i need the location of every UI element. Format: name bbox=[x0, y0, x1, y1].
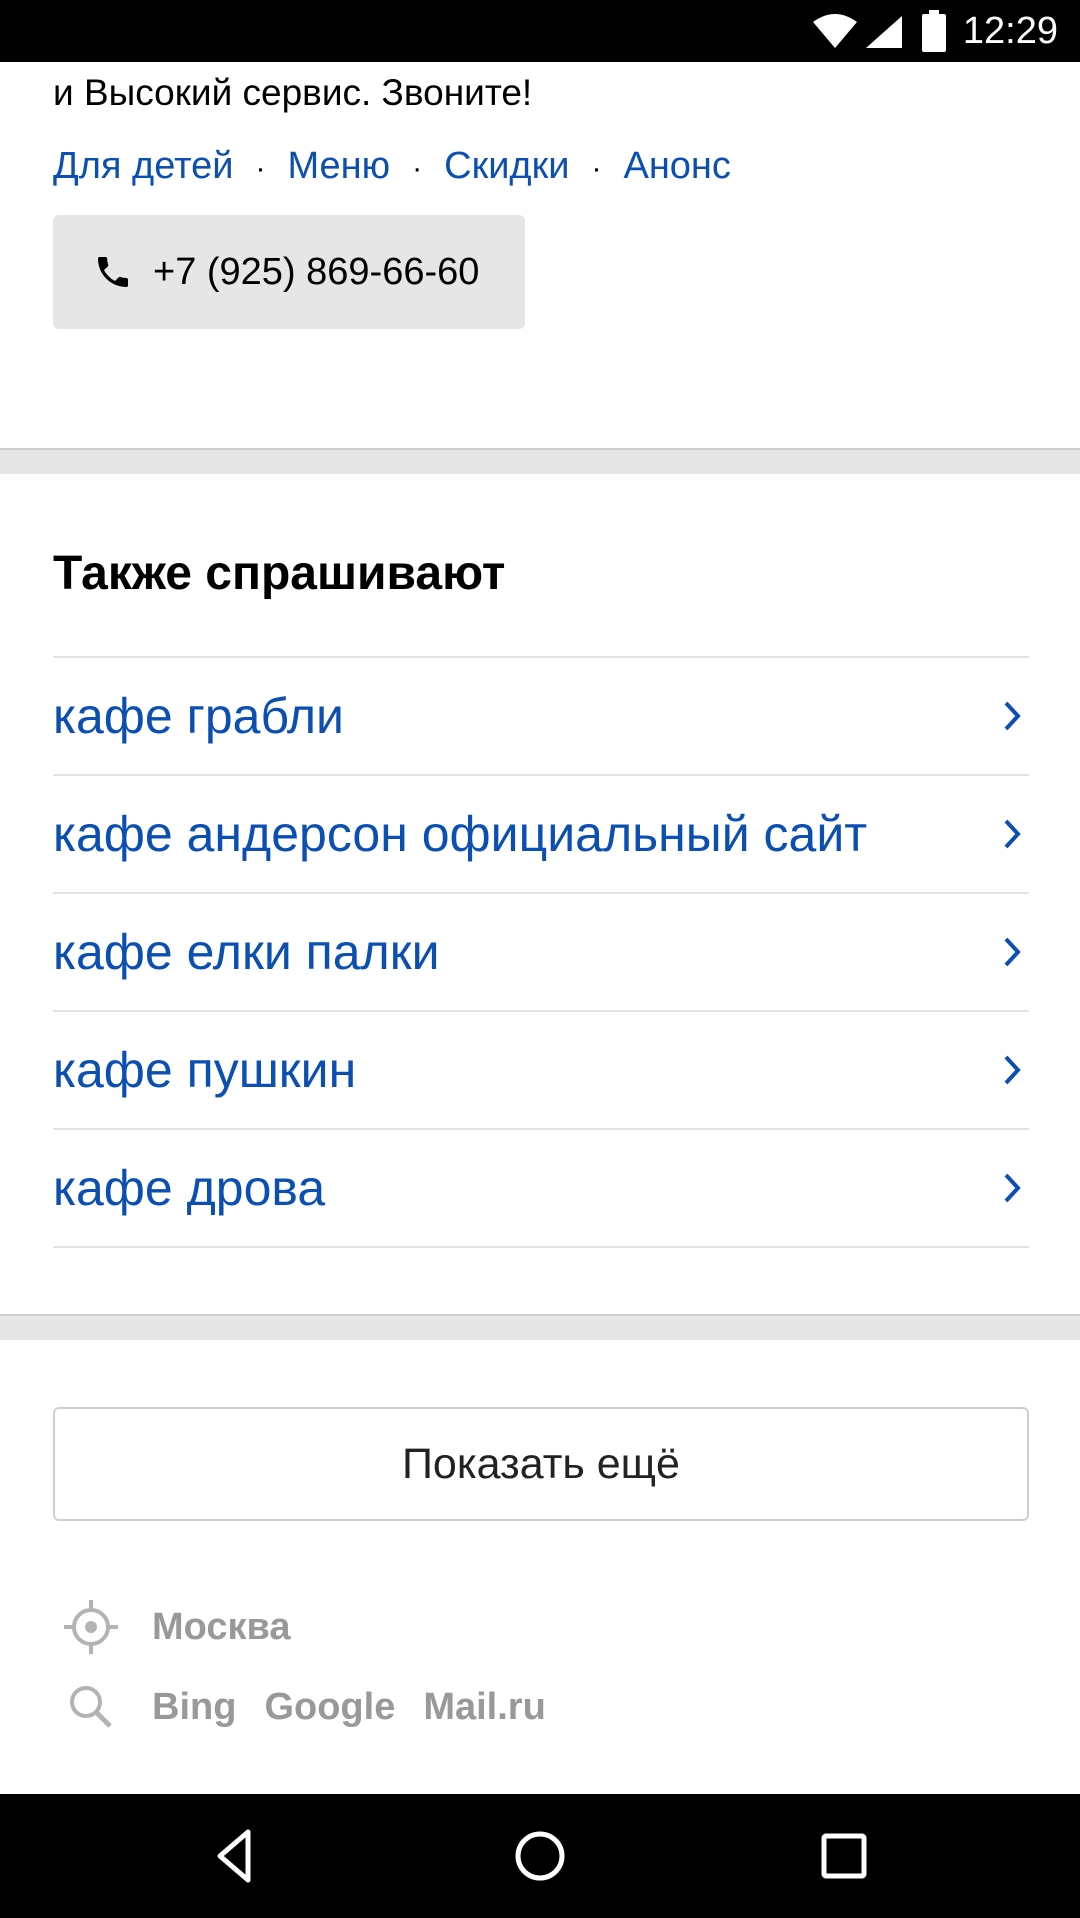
related-query-item[interactable]: кафе андерсон официальный сайт bbox=[53, 776, 1029, 894]
region-row: Москва bbox=[62, 1598, 291, 1656]
back-icon[interactable] bbox=[204, 1824, 268, 1888]
related-query-item[interactable]: кафе дрова bbox=[53, 1130, 1029, 1248]
related-query-item[interactable]: кафе пушкин bbox=[53, 1012, 1029, 1130]
related-query-item[interactable]: кафе грабли bbox=[53, 658, 1029, 776]
phone-icon bbox=[98, 257, 128, 287]
engine-link-bing[interactable]: Bing bbox=[152, 1686, 236, 1729]
chevron-right-icon bbox=[1004, 937, 1021, 967]
clock: 12:29 bbox=[962, 10, 1058, 52]
sitelinks: Для детей · Меню · Скидки · Анонс bbox=[53, 142, 731, 193]
sitelink-menu[interactable]: Меню bbox=[287, 145, 390, 187]
home-icon[interactable] bbox=[508, 1824, 572, 1888]
sitelink-announce[interactable]: Анонс bbox=[623, 145, 730, 187]
location-icon bbox=[64, 1600, 118, 1654]
sitelink-separator: · bbox=[255, 152, 266, 185]
related-title: Также спрашивают bbox=[53, 547, 506, 600]
phone-number: +7 (925) 869-66-60 bbox=[153, 250, 480, 293]
related-query-label: кафе дрова bbox=[53, 1160, 326, 1216]
related-query-item[interactable]: кафе елки палки bbox=[53, 894, 1029, 1012]
engine-link-google[interactable]: Google bbox=[264, 1686, 395, 1729]
recents-icon[interactable] bbox=[812, 1824, 876, 1888]
signal-icon bbox=[866, 16, 902, 48]
chevron-right-icon bbox=[1004, 701, 1021, 731]
chevron-right-icon bbox=[1004, 1055, 1021, 1085]
sitelink-discounts[interactable]: Скидки bbox=[444, 145, 569, 187]
related-query-label: кафе андерсон официальный сайт bbox=[53, 806, 868, 862]
phone-call-button[interactable]: +7 (925) 869-66-60 bbox=[53, 215, 525, 329]
section-divider bbox=[0, 448, 1080, 474]
related-query-label: кафе елки палки bbox=[53, 924, 440, 980]
navigation-bar bbox=[0, 1794, 1080, 1918]
section-divider bbox=[0, 1314, 1080, 1340]
battery-icon bbox=[922, 10, 946, 52]
sitelink-separator: · bbox=[412, 152, 423, 185]
status-bar: 12:29 bbox=[0, 0, 1080, 62]
show-more-button[interactable]: Показать ещё bbox=[53, 1407, 1029, 1521]
region-link[interactable]: Москва bbox=[152, 1606, 291, 1649]
engine-link-mailru[interactable]: Mail.ru bbox=[423, 1686, 545, 1729]
related-queries-list: кафе грабли кафе андерсон официальный са… bbox=[53, 656, 1029, 1248]
related-query-label: кафе грабли bbox=[53, 688, 344, 744]
snippet-text: и Высокий сервис. Звоните! bbox=[53, 72, 533, 113]
sitelink-separator: · bbox=[591, 152, 602, 185]
search-engines-row: Bing Google Mail.ru bbox=[62, 1678, 574, 1736]
wifi-icon bbox=[813, 14, 857, 48]
related-query-label: кафе пушкин bbox=[53, 1042, 357, 1098]
sitelink-kids[interactable]: Для детей bbox=[53, 145, 233, 187]
search-icon bbox=[70, 1686, 112, 1728]
chevron-right-icon bbox=[1004, 1173, 1021, 1203]
chevron-right-icon bbox=[1004, 819, 1021, 849]
